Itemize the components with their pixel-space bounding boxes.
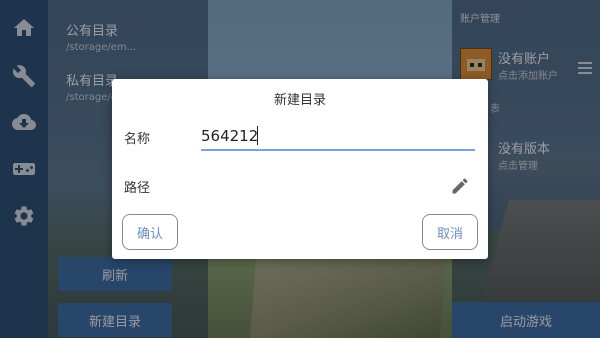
text-caret xyxy=(257,126,258,145)
name-label: 名称 xyxy=(124,132,151,147)
edit-pencil-icon[interactable] xyxy=(450,176,470,196)
dialog-title: 新建目录 xyxy=(273,93,326,108)
name-input[interactable] xyxy=(201,123,475,151)
new-directory-dialog: 新建目录 名称 路径 确认 取消 xyxy=(112,79,488,259)
path-label: 路径 xyxy=(124,181,151,196)
confirm-button[interactable]: 确认 xyxy=(122,214,178,250)
cancel-button[interactable]: 取消 xyxy=(422,214,478,250)
